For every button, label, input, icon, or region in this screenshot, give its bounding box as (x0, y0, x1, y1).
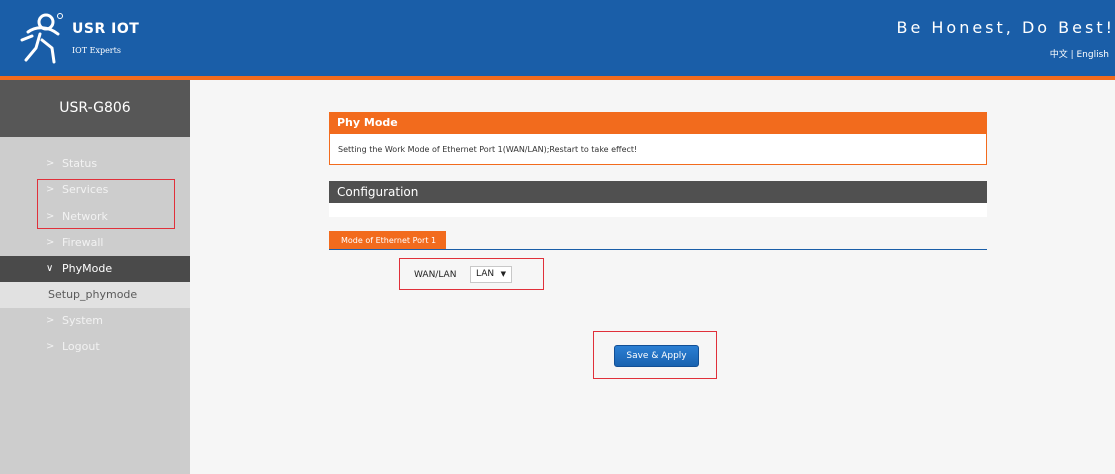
sidebar-subitem-label: Setup_phymode (48, 288, 138, 301)
lang-english-link[interactable]: English (1077, 50, 1110, 60)
configuration-body (329, 203, 987, 217)
lang-chinese-link[interactable]: 中文 (1050, 50, 1068, 60)
sidebar-item-label: Logout (62, 340, 100, 353)
sidebar-item-label: PhyMode (62, 262, 113, 275)
chevron-right-icon: > (46, 237, 55, 248)
chevron-down-icon: ∨ (46, 263, 54, 274)
usr-logo-icon (20, 13, 63, 64)
sidebar-item-status[interactable]: > Status (0, 151, 190, 177)
brand-logo[interactable]: USR IOT IOT Experts (18, 8, 248, 68)
brand-subtitle: IOT Experts (72, 46, 121, 55)
save-apply-button[interactable]: Save & Apply (614, 345, 699, 367)
language-switcher: 中文 | English (1050, 47, 1109, 60)
sidebar-subitem-setup-phymode[interactable]: Setup_phymode (0, 282, 190, 308)
wan-lan-selected-value: LAN (476, 269, 495, 279)
device-name: USR-G806 (59, 100, 131, 116)
chevron-right-icon: > (46, 211, 55, 222)
sidebar-item-label: Status (62, 157, 98, 170)
dropdown-arrow-icon: ▼ (500, 270, 506, 278)
wan-lan-label: WAN/LAN (414, 270, 457, 280)
top-header: USR IOT IOT Experts Be Honest, Do Best! … (0, 0, 1115, 76)
brand-title: USR IOT (72, 21, 140, 37)
configuration-title: Configuration (329, 181, 987, 203)
lang-separator: | (1070, 50, 1074, 60)
chevron-right-icon: > (46, 158, 55, 169)
tab-ethernet-port-mode[interactable]: Mode of Ethernet Port 1 (329, 231, 447, 250)
chevron-right-icon: > (46, 315, 55, 326)
phy-mode-panel-title: Phy Mode (329, 112, 987, 134)
sidebar-item-firewall[interactable]: > Firewall (0, 230, 190, 256)
chevron-right-icon: > (46, 184, 55, 195)
tab-underline (329, 249, 987, 250)
sidebar: USR-G806 > Status > Services > Network >… (0, 80, 190, 474)
chevron-right-icon: > (46, 341, 55, 352)
slogan-text: Be Honest, Do Best! (896, 18, 1115, 37)
sidebar-item-label: System (62, 314, 104, 327)
sidebar-item-logout[interactable]: > Logout (0, 334, 190, 360)
sidebar-item-network[interactable]: > Network (0, 204, 190, 230)
sidebar-item-services[interactable]: > Services (0, 177, 190, 203)
sidebar-item-phymode[interactable]: ∨ PhyMode (0, 256, 190, 282)
phy-mode-description: Setting the Work Mode of Ethernet Port 1… (329, 134, 987, 165)
sidebar-item-label: Network (62, 210, 108, 223)
device-header: USR-G806 (0, 80, 190, 137)
sidebar-item-label: Firewall (62, 236, 104, 249)
wan-lan-select[interactable]: LAN ▼ (470, 266, 512, 283)
sidebar-item-system[interactable]: > System (0, 308, 190, 334)
sidebar-item-label: Services (62, 183, 109, 196)
